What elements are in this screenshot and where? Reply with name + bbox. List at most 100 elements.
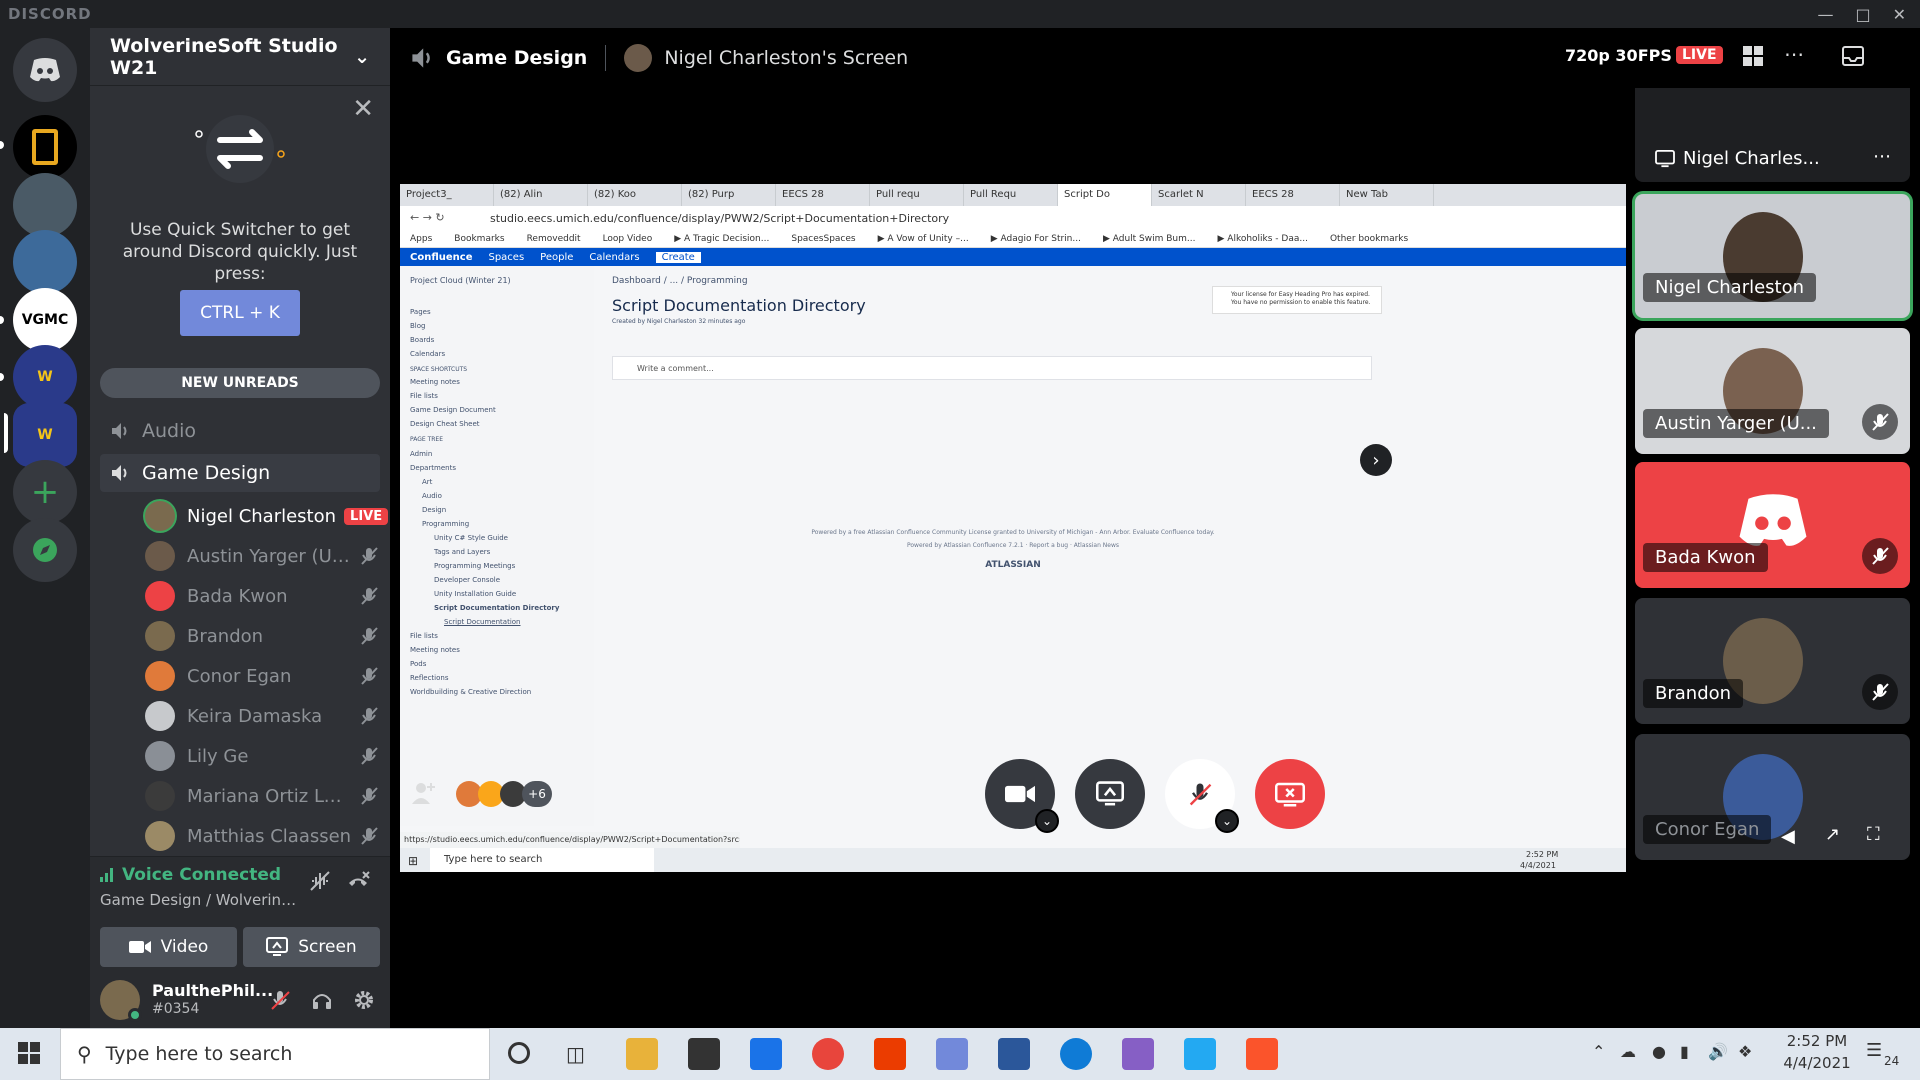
taskbar-search-placeholder: Type here to search <box>105 1043 293 1065</box>
voice-user[interactable]: Conor Egan <box>145 658 380 694</box>
voice-channel-path[interactable]: Game Design / WolverineS... <box>100 891 300 909</box>
volume-icon[interactable]: 🔊 <box>1708 1042 1728 1061</box>
discord-taskbar-icon[interactable] <box>936 1038 968 1070</box>
voice-user[interactable]: Mariana Ortiz Luna <box>145 778 380 814</box>
voice-user[interactable]: Keira Damaska <box>145 698 380 734</box>
voice-user[interactable]: Bada Kwon <box>145 578 380 614</box>
chevron-down-icon[interactable]: ⌄ <box>1035 809 1059 833</box>
edge-icon[interactable] <box>1060 1038 1092 1070</box>
participant-tile[interactable]: Conor Egan ◀ ↗ ⛶ <box>1635 734 1910 860</box>
explore-servers-icon[interactable] <box>13 518 77 582</box>
channel-audio[interactable]: Audio <box>100 412 380 450</box>
disconnect-icon[interactable] <box>346 869 370 897</box>
call-header: Game Design Nigel Charleston's Screen 72… <box>390 28 1920 88</box>
vscode-icon[interactable] <box>1184 1038 1216 1070</box>
minimize-icon[interactable]: — <box>1817 5 1833 24</box>
channel-game-design[interactable]: Game Design <box>100 454 380 492</box>
add-server-icon[interactable]: + <box>13 460 77 524</box>
server-icon-1[interactable] <box>13 115 77 179</box>
browser-tab[interactable]: EECS 28 <box>776 184 870 206</box>
more-options-icon[interactable]: ⋯ <box>1784 42 1804 66</box>
screen-button[interactable]: Screen <box>243 927 380 967</box>
close-icon[interactable]: ✕ <box>1893 5 1906 24</box>
disconnect-button[interactable] <box>1255 759 1325 829</box>
cf-comment-input[interactable]: Write a comment... <box>612 356 1372 380</box>
new-unreads-banner[interactable]: NEW UNREADS <box>100 368 380 398</box>
voice-user[interactable]: Matthias Claassen <box>145 818 380 854</box>
visual-studio-icon[interactable] <box>1122 1038 1154 1070</box>
browser-tab-active[interactable]: Script Do <box>1058 184 1152 206</box>
server-icon-3[interactable] <box>13 230 77 294</box>
fullscreen-icon[interactable]: ⛶ <box>1867 824 1880 845</box>
headphones-icon[interactable] <box>310 988 334 1016</box>
camera-toggle-button[interactable]: ⌄ <box>985 759 1059 833</box>
mail-icon[interactable] <box>750 1038 782 1070</box>
share-screen-button[interactable] <box>1075 759 1145 829</box>
more-options-icon[interactable]: ⋯ <box>1873 146 1891 167</box>
next-stream-icon[interactable]: › <box>1360 444 1392 476</box>
volume-icon[interactable]: ◀ <box>1781 826 1795 847</box>
chevron-down-icon[interactable]: ⌄ <box>1215 809 1239 833</box>
taskbar-date[interactable]: 4/4/2021 <box>1782 1054 1852 1072</box>
voice-user[interactable]: Nigel Charleston LIVE <box>145 498 389 534</box>
extra-participants-count[interactable]: +6 <box>522 781 552 807</box>
home-button[interactable] <box>13 38 77 102</box>
close-icon[interactable]: ✕ <box>352 94 374 124</box>
browser-tab[interactable]: (82) Koo <box>588 184 682 206</box>
windows-start-icon[interactable] <box>18 1042 40 1068</box>
pop-out-icon[interactable]: ↗ <box>1825 824 1840 845</box>
avatar <box>145 541 175 571</box>
cortana-icon[interactable] <box>508 1042 530 1064</box>
store-icon[interactable] <box>688 1038 720 1070</box>
browser-tab[interactable]: EECS 28 <box>1246 184 1340 206</box>
office-icon[interactable] <box>874 1038 906 1070</box>
battery-icon[interactable]: ▮ <box>1680 1042 1689 1061</box>
microphone-icon[interactable]: ● <box>1652 1042 1666 1061</box>
browser-tab[interactable]: New Tab <box>1340 184 1434 206</box>
tray-chevron-icon[interactable]: ⌃ <box>1592 1042 1605 1061</box>
notifications-icon[interactable]: ☰ <box>1866 1040 1882 1061</box>
video-button[interactable]: Video <box>100 927 237 967</box>
browser-tab[interactable]: Pull requ <box>870 184 964 206</box>
mute-mic-icon[interactable] <box>268 988 292 1016</box>
browser-tab[interactable]: (82) Purp <box>682 184 776 206</box>
word-icon[interactable] <box>998 1038 1030 1070</box>
participant-tile[interactable]: Austin Yarger (U... <box>1635 328 1910 454</box>
voice-status[interactable]: Voice Connected <box>100 865 281 885</box>
file-explorer-icon[interactable] <box>626 1038 658 1070</box>
screen-tile[interactable]: Nigel Charles... ⋯ <box>1635 88 1910 182</box>
cf-side-item: Boards <box>410 336 435 344</box>
settings-gear-icon[interactable] <box>352 988 376 1016</box>
taskbar-search[interactable]: ⚲ Type here to search <box>60 1028 490 1080</box>
inbox-icon[interactable] <box>1842 46 1864 71</box>
browser-tab[interactable]: (82) Alin <box>494 184 588 206</box>
voice-user[interactable]: Lily Ge <box>145 738 380 774</box>
task-view-icon[interactable]: ◫ <box>566 1042 585 1066</box>
participant-tile-speaking[interactable]: Nigel Charleston <box>1635 194 1910 318</box>
maximize-icon[interactable]: □ <box>1855 5 1870 24</box>
onedrive-icon[interactable]: ☁ <box>1620 1042 1636 1061</box>
browser-tab[interactable]: Scarlet N <box>1152 184 1246 206</box>
discord-logo-icon <box>30 58 60 82</box>
dropbox-icon[interactable]: ❖ <box>1738 1042 1752 1061</box>
voice-user[interactable]: Austin Yarger (UMi... <box>145 538 380 574</box>
ctrl-k-button[interactable]: CTRL + K <box>180 290 300 336</box>
browser-tab[interactable]: Pull Requ <box>964 184 1058 206</box>
participant-tile[interactable]: Bada Kwon <box>1635 462 1910 588</box>
user-avatar[interactable] <box>100 980 142 1022</box>
invite-user-icon[interactable] <box>410 780 436 810</box>
server-icon-2[interactable] <box>13 173 77 237</box>
chrome-icon[interactable] <box>812 1038 844 1070</box>
grid-layout-icon[interactable] <box>1743 46 1763 71</box>
server-icon-wolverinesoft[interactable]: W <box>13 403 77 467</box>
server-header[interactable]: WolverineSoft Studio W21 ⌄ <box>90 28 390 86</box>
brave-icon[interactable] <box>1246 1038 1278 1070</box>
participant-tile[interactable]: Brandon <box>1635 598 1910 724</box>
noise-suppression-icon[interactable] <box>308 869 332 897</box>
server-icon-vgmc[interactable]: VGMC <box>13 288 77 352</box>
voice-user[interactable]: Brandon <box>145 618 380 654</box>
browser-tab[interactable]: Project3_ <box>400 184 494 206</box>
server-icon-5[interactable]: W <box>13 345 77 409</box>
taskbar-time[interactable]: 2:52 PM <box>1782 1032 1852 1050</box>
mute-button[interactable]: ⌄ <box>1165 759 1239 833</box>
